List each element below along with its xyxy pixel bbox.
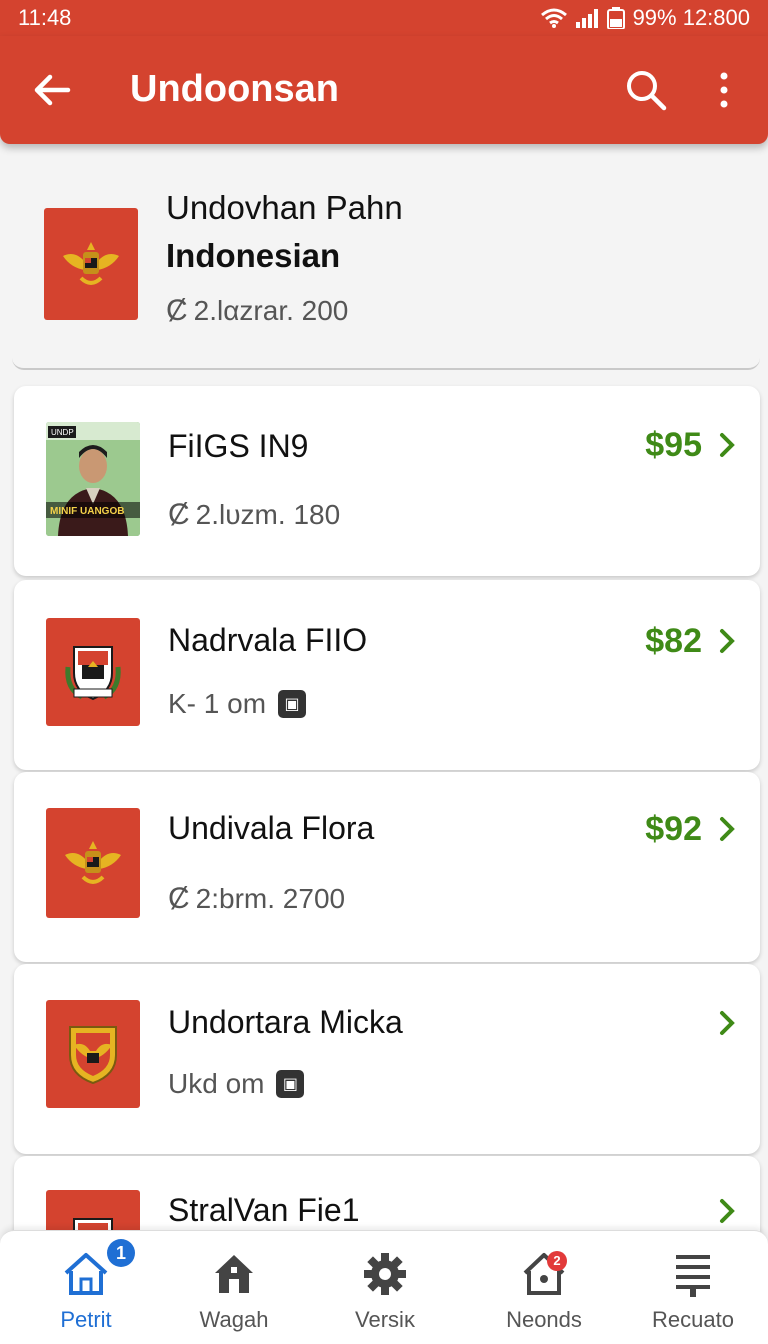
nav-label: Versiĸ: [355, 1307, 415, 1332]
signal-icon: [575, 9, 598, 28]
item-subtitle: Ȼ 2.lυzm. 180: [168, 498, 340, 532]
featured-thumbnail: [44, 208, 138, 320]
lock-icon: ▣: [276, 1070, 305, 1098]
shield-eagle-icon: [69, 1026, 117, 1085]
clock-icon: Ȼ: [168, 882, 190, 915]
photo-caption: MINIF UANGOB: [50, 506, 124, 517]
gear-icon: [364, 1253, 406, 1295]
list-item[interactable]: UNDP MINIF UANGOB FiIGS IN9 Ȼ 2.lυzm. 18…: [14, 386, 760, 576]
nav-label: Petrit: [60, 1307, 112, 1332]
list-item[interactable]: Undortara Micka Ukd om ▣: [14, 964, 760, 1154]
item-price: $95: [645, 426, 702, 464]
featured-item[interactable]: Undovhan Pahn Indonesian Ȼ 2.lαzrar. 200: [12, 144, 760, 370]
item-price: $82: [645, 622, 702, 660]
chevron-right-icon[interactable]: [716, 626, 738, 656]
item-subtitle: K- 1 om ▣: [168, 688, 307, 720]
item-thumbnail: [46, 618, 140, 726]
item-thumbnail: [46, 808, 140, 918]
nav-label: Recuato: [652, 1307, 734, 1332]
featured-subtitle-text: 2.lαzrar. 200: [193, 295, 349, 326]
status-time: 11:48: [18, 5, 72, 30]
battery-icon: [606, 7, 625, 29]
item-subtitle-text: Ukd om: [168, 1068, 265, 1099]
chevron-right-icon[interactable]: [716, 814, 738, 844]
garuda-emblem-icon: [65, 841, 121, 884]
nav-item-versik[interactable]: Versiĸ: [310, 1231, 460, 1344]
item-thumbnail: [46, 1000, 140, 1108]
page-title: Undoonsan: [130, 68, 339, 110]
list-item[interactable]: Undivala Flora Ȼ 2:brm. 2700 $92: [14, 772, 760, 962]
featured-title-line1: Undovhan Pahn: [166, 189, 403, 226]
chevron-right-icon[interactable]: [716, 1008, 738, 1038]
photo-tag: UNDP: [51, 428, 74, 437]
nav-item-neonds[interactable]: 2 Neonds: [469, 1231, 619, 1344]
chevron-right-icon[interactable]: [716, 1196, 738, 1226]
clock-icon: Ȼ: [168, 498, 190, 531]
item-thumbnail: [46, 1190, 140, 1234]
nav-item-recuato[interactable]: Recuato: [618, 1231, 768, 1344]
list-item[interactable]: Nadrvala FIIO K- 1 om ▣ $82: [14, 580, 760, 770]
shield-crest-icon: [65, 646, 121, 701]
item-title: Undivala Flora: [168, 810, 375, 846]
featured-subtitle: Ȼ 2.lαzrar. 200: [166, 294, 348, 328]
nav-badge: 2: [547, 1251, 567, 1271]
nav-item-petrit[interactable]: 1 Petrit: [11, 1231, 161, 1344]
chevron-right-icon[interactable]: [716, 430, 738, 460]
clock-icon: Ȼ: [166, 294, 188, 327]
person-photo: UNDP MINIF UANGOB: [46, 422, 140, 536]
featured-title-line2: Indonesian: [166, 237, 341, 274]
back-arrow-icon[interactable]: [30, 68, 74, 112]
item-subtitle: Ukd om ▣: [168, 1068, 305, 1100]
nav-badge: 1: [107, 1239, 135, 1267]
item-subtitle-text: 2:brm. 2700: [195, 883, 346, 914]
item-subtitle-text: K- 1 om: [168, 688, 267, 719]
home-icon: [64, 1253, 108, 1295]
more-options-icon[interactable]: [704, 68, 744, 112]
item-title: Nadrvala FIIO: [168, 622, 368, 658]
wifi-icon: [540, 8, 567, 28]
item-title: StralVan Fie1: [168, 1192, 360, 1228]
item-list: Undovhan Pahn Indonesian Ȼ 2.lαzrar. 200…: [0, 144, 768, 1234]
bottom-navigation: 1 Petrit Wagah Versiĸ 2 Neonds Recuato: [0, 1230, 768, 1344]
status-bar: 11:48 99% 12:800: [0, 0, 768, 36]
app-bar: Undoonsan: [0, 36, 768, 144]
list-item[interactable]: StralVan Fie1: [14, 1156, 760, 1234]
item-subtitle: Ȼ 2:brm. 2700: [168, 882, 345, 916]
search-icon[interactable]: [624, 68, 668, 112]
nav-item-wagah[interactable]: Wagah: [159, 1231, 309, 1344]
garuda-emblem-icon: [63, 242, 119, 285]
lock-icon: ▣: [278, 690, 307, 718]
item-title: FiIGS IN9: [168, 428, 309, 464]
person-photo-image: UNDP MINIF UANGOB: [46, 422, 140, 536]
nav-label: Neonds: [506, 1307, 582, 1332]
status-battery-time: 99% 12:800: [632, 5, 750, 30]
status-indicators: 99% 12:800: [540, 5, 750, 31]
nav-label: Wagah: [199, 1307, 269, 1332]
item-title: Undortara Micka: [168, 1004, 403, 1040]
item-price: $92: [645, 810, 702, 848]
item-subtitle-text: 2.lυzm. 180: [195, 499, 341, 530]
menu-lines-icon: [676, 1255, 710, 1297]
featured-title: Undovhan Pahn Indonesian: [166, 184, 403, 280]
house-icon: [215, 1255, 253, 1293]
